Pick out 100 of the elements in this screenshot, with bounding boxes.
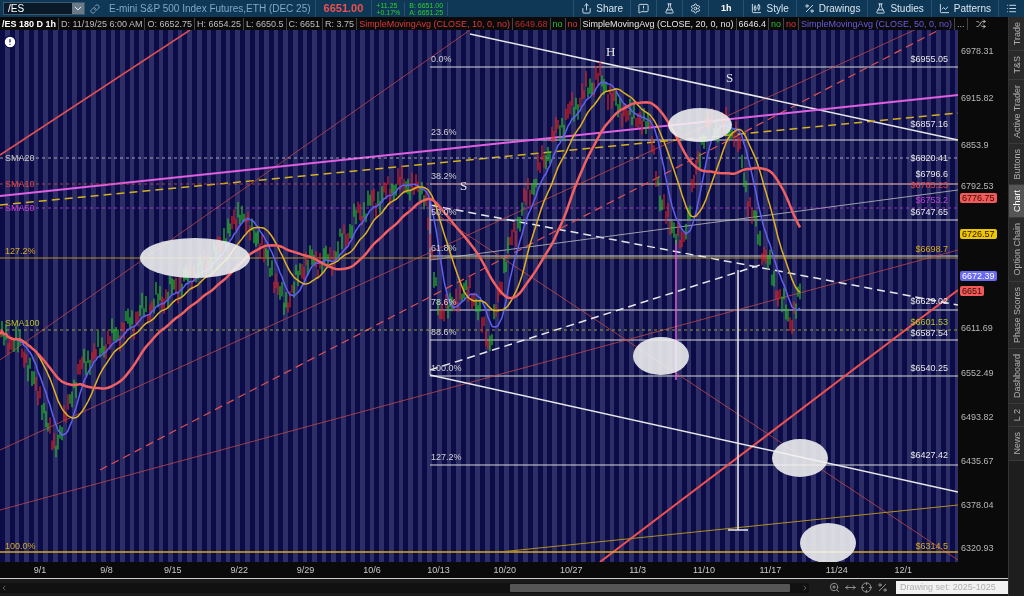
date-axis-label: 10/27 [559,565,583,575]
fibonacci-level-label: 100.0% [5,541,36,551]
pattern-label: H [606,44,616,59]
percent-icon[interactable] [877,582,889,593]
side-tab[interactable]: Phase Scores [1009,281,1024,349]
side-tab[interactable]: Trade [1009,17,1024,52]
horizontal-arrows-icon[interactable] [845,582,857,593]
fibonacci-level-label: 23.6% [431,127,457,137]
chart-info-text: D: 11/19/25 6:00 AM [59,17,146,30]
date-axis-label: 10/6 [363,565,381,575]
pattern-label: S [726,70,734,85]
price-badge: 6672.39 [960,271,997,281]
scroll-left-icon[interactable] [0,583,8,592]
chart-info-text: L: 6650.5 [244,17,287,30]
chart-info-text: no [550,17,566,30]
chart-info-text: C: 6651 [286,17,324,30]
chart-info-text: 6649.68 [513,17,551,30]
price-level-label: $6587.54 [910,328,948,338]
alert-icon[interactable] [3,35,17,49]
price-axis-label: 6978.31 [961,45,994,56]
date-axis-label: 9/8 [100,565,113,575]
price-axis-label: 6552.49 [961,368,994,378]
date-axis-label: 11/10 [693,565,715,575]
share-icon [581,3,593,14]
horizontal-scrollbar[interactable] [0,582,810,593]
chart-info-text: H: 6654.25 [194,17,244,30]
date-axis-label: 11/24 [825,565,848,575]
chart-info-text: R: 3.75 [323,17,358,30]
chart-line-icon [938,3,950,14]
price-level-label: $6540.25 [910,363,948,373]
price-axis-label: 6611.69 [961,323,993,333]
price-badge: 6726.57 [960,229,997,239]
chart-info-text: SimpleMovingAvg (CLOSE, 20, 0, no) [580,17,737,30]
price-axis-label: 6853.9 [961,139,989,150]
moving-average-label: SMA10 [5,179,35,189]
symbol-field[interactable]: /ES [3,2,85,15]
price-level-label: $6785.23 [910,180,948,190]
price-level-label: $6796.6 [915,169,948,179]
date-axis-label: 11/3 [629,565,646,575]
moving-average-label: SMA20 [5,153,35,163]
side-tab[interactable]: T&S [1009,51,1024,80]
price-level-label: $6427.42 [910,450,948,460]
price-level-label: $6314.5 [915,541,948,551]
chart-info-text: no [769,17,785,30]
date-axis-label: 11/17 [759,565,782,575]
zoom-icon[interactable] [829,582,841,593]
fibonacci-level-label: 127.2% [431,452,462,462]
side-tab[interactable]: Dashboard [1009,348,1024,404]
price-badge: 6776.75 [960,193,997,203]
chart-info-text: no [784,17,800,30]
date-axis-label: 9/22 [230,565,248,575]
scrollbar-thumb[interactable] [510,583,790,592]
crossing-arrows-icon[interactable] [975,18,986,29]
menu-icon [1006,3,1017,14]
side-tab[interactable]: News [1009,427,1024,461]
date-axis-label: 9/15 [164,565,182,575]
date-axis-label: 10/13 [427,565,450,575]
price-axis-label: 6493.82 [961,412,994,422]
price-level-label: $6698.7 [915,244,948,254]
price-axis-label: 6915.82 [961,93,994,103]
chart-info-text: SimpleMovingAvg (CLOSE, 50, 0, no) [799,17,955,30]
side-tab[interactable]: Active Trader [1009,79,1024,144]
pattern-label: S [460,178,468,193]
price-axis-label: 6378.04 [961,500,994,510]
dropdown-icon[interactable] [72,3,84,14]
chart-info-text: ... [955,17,968,30]
fibonacci-level-label: 0.0% [431,54,452,64]
price-level-label: $6820.41 [910,153,948,163]
settings-icon [689,3,701,14]
symbol-text: /ES [8,2,25,16]
fibonacci-level-label: 100.0% [431,363,462,373]
side-tab[interactable]: Chart [1009,185,1024,219]
price-level-label: $6753.2 [915,195,948,205]
moving-average-label: SMA50 [5,203,35,213]
price-axis-label: 6792.53 [961,181,994,191]
flask-icon [663,3,675,14]
moving-average-label: SMA100 [5,318,40,328]
date-axis-label: 9/29 [296,565,315,575]
fibonacci-level-label: 127.2% [5,246,36,256]
chart-info-text: SimpleMovingAvg (CLOSE, 10, 0, no) [357,17,514,30]
chart-info-text: O: 6652.75 [145,17,195,30]
percent-icon [803,3,815,14]
date-axis-label: 12/1 [894,565,912,575]
crosshair-icon[interactable] [861,582,873,593]
candlestick-icon [751,3,763,14]
side-tab[interactable]: Buttons [1009,143,1024,186]
fibonacci-level-label: 38.2% [431,171,457,181]
price-badge: 6651 [960,286,985,296]
price-axis-label: 6320.93 [961,543,994,553]
price-axis-label: 6435.67 [961,456,994,466]
chart-info-text: no [565,17,581,30]
side-tab[interactable]: Option Chain [1009,218,1024,282]
price-level-label: $6955.05 [910,54,948,64]
price-level-label: $6747.65 [910,207,948,217]
date-axis-label: 10/20 [493,565,517,575]
link-icon[interactable] [90,3,100,14]
date-axis-label: 9/1 [33,565,47,575]
fibonacci-level-label: 88.6% [431,327,457,337]
side-tab[interactable]: L 2 [1009,403,1024,428]
price-level-label: $6857.16 [910,119,948,129]
